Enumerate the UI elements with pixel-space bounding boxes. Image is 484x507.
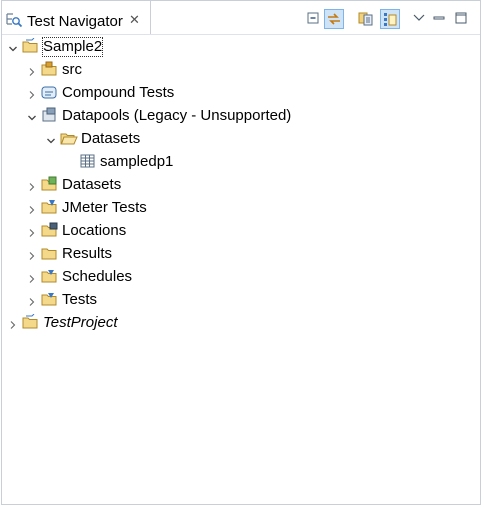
tree-item-label: Schedules	[62, 268, 133, 285]
link-with-editor-icon[interactable]	[324, 9, 344, 29]
tree-item[interactable]: src	[2, 58, 472, 81]
tree-item-label: Locations	[62, 222, 127, 239]
chevron-right-icon[interactable]	[27, 64, 37, 76]
chevron-right-icon[interactable]	[27, 225, 37, 237]
chevron-right-icon[interactable]	[27, 202, 37, 214]
tree-item[interactable]: Schedules	[2, 265, 472, 288]
chevron-right-icon[interactable]	[27, 248, 37, 260]
source-folder-icon	[41, 61, 59, 77]
compound-tests-icon	[41, 84, 59, 100]
tree-item-label: src	[62, 61, 82, 78]
tree-item-label: Results	[62, 245, 113, 262]
chevron-right-icon[interactable]	[27, 87, 37, 99]
test-navigator-icon	[6, 12, 24, 28]
chevron-right-icon[interactable]	[27, 294, 37, 306]
show-resources-icon[interactable]	[357, 9, 377, 29]
tree-item[interactable]: Locations	[2, 219, 472, 242]
tree-item-label: TestProject	[43, 314, 118, 331]
tree-item[interactable]: sampledp1	[2, 150, 472, 173]
project-folder-icon	[22, 37, 40, 54]
tree-item-label: JMeter Tests	[62, 199, 147, 216]
show-logical-icon[interactable]	[380, 9, 400, 29]
project-folder-icon	[22, 313, 40, 330]
chevron-right-icon[interactable]	[8, 317, 18, 329]
tree-item-label: Sample2	[41, 37, 104, 57]
chevron-down-icon[interactable]	[46, 133, 56, 144]
test-navigator-view: Test Navigator ✕ Sample2 src Compound Te…	[1, 0, 481, 505]
tree-item[interactable]: Results	[2, 242, 472, 265]
collapse-all-icon[interactable]	[304, 9, 324, 29]
tree-item[interactable]: Datasets	[2, 173, 472, 196]
tree-item[interactable]: Compound Tests	[2, 81, 472, 104]
tree-item-label: Tests	[62, 291, 98, 308]
chevron-right-icon[interactable]	[27, 179, 37, 191]
chevron-down-icon[interactable]	[8, 41, 18, 52]
view-tab-bar: Test Navigator ✕	[2, 1, 480, 35]
view-menu-icon[interactable]	[410, 9, 430, 29]
tree-item[interactable]: Sample2	[2, 35, 472, 58]
tree-item-label: Datasets	[62, 176, 122, 193]
jmeter-folder-icon	[41, 199, 59, 215]
minimize-icon[interactable]	[430, 9, 450, 29]
chevron-right-icon[interactable]	[27, 271, 37, 283]
view-title: Test Navigator	[27, 13, 123, 30]
close-icon[interactable]: ✕	[129, 13, 140, 26]
tree-item[interactable]: Tests	[2, 288, 472, 311]
maximize-icon[interactable]	[452, 9, 472, 29]
tree-item-label: Compound Tests	[62, 84, 175, 101]
tree-item-label: Datasets	[81, 130, 141, 147]
tree-item-label: sampledp1	[100, 153, 174, 170]
folder-open-icon	[60, 130, 78, 146]
tab-test-navigator[interactable]: Test Navigator ✕	[2, 1, 151, 34]
tests-folder-icon	[41, 291, 59, 307]
tree-item[interactable]: Datasets	[2, 127, 472, 150]
datapools-icon	[41, 107, 59, 123]
results-folder-icon	[41, 245, 59, 261]
tree-item[interactable]: JMeter Tests	[2, 196, 472, 219]
datasets-icon	[41, 176, 59, 192]
tree-item-label: Datapools (Legacy - Unsupported)	[62, 107, 292, 124]
chevron-down-icon[interactable]	[27, 110, 37, 121]
locations-icon	[41, 222, 59, 238]
tree-item[interactable]: Datapools (Legacy - Unsupported)	[2, 104, 472, 127]
datapool-table-icon	[79, 153, 97, 169]
tree-item[interactable]: TestProject	[2, 311, 472, 334]
schedules-folder-icon	[41, 268, 59, 284]
